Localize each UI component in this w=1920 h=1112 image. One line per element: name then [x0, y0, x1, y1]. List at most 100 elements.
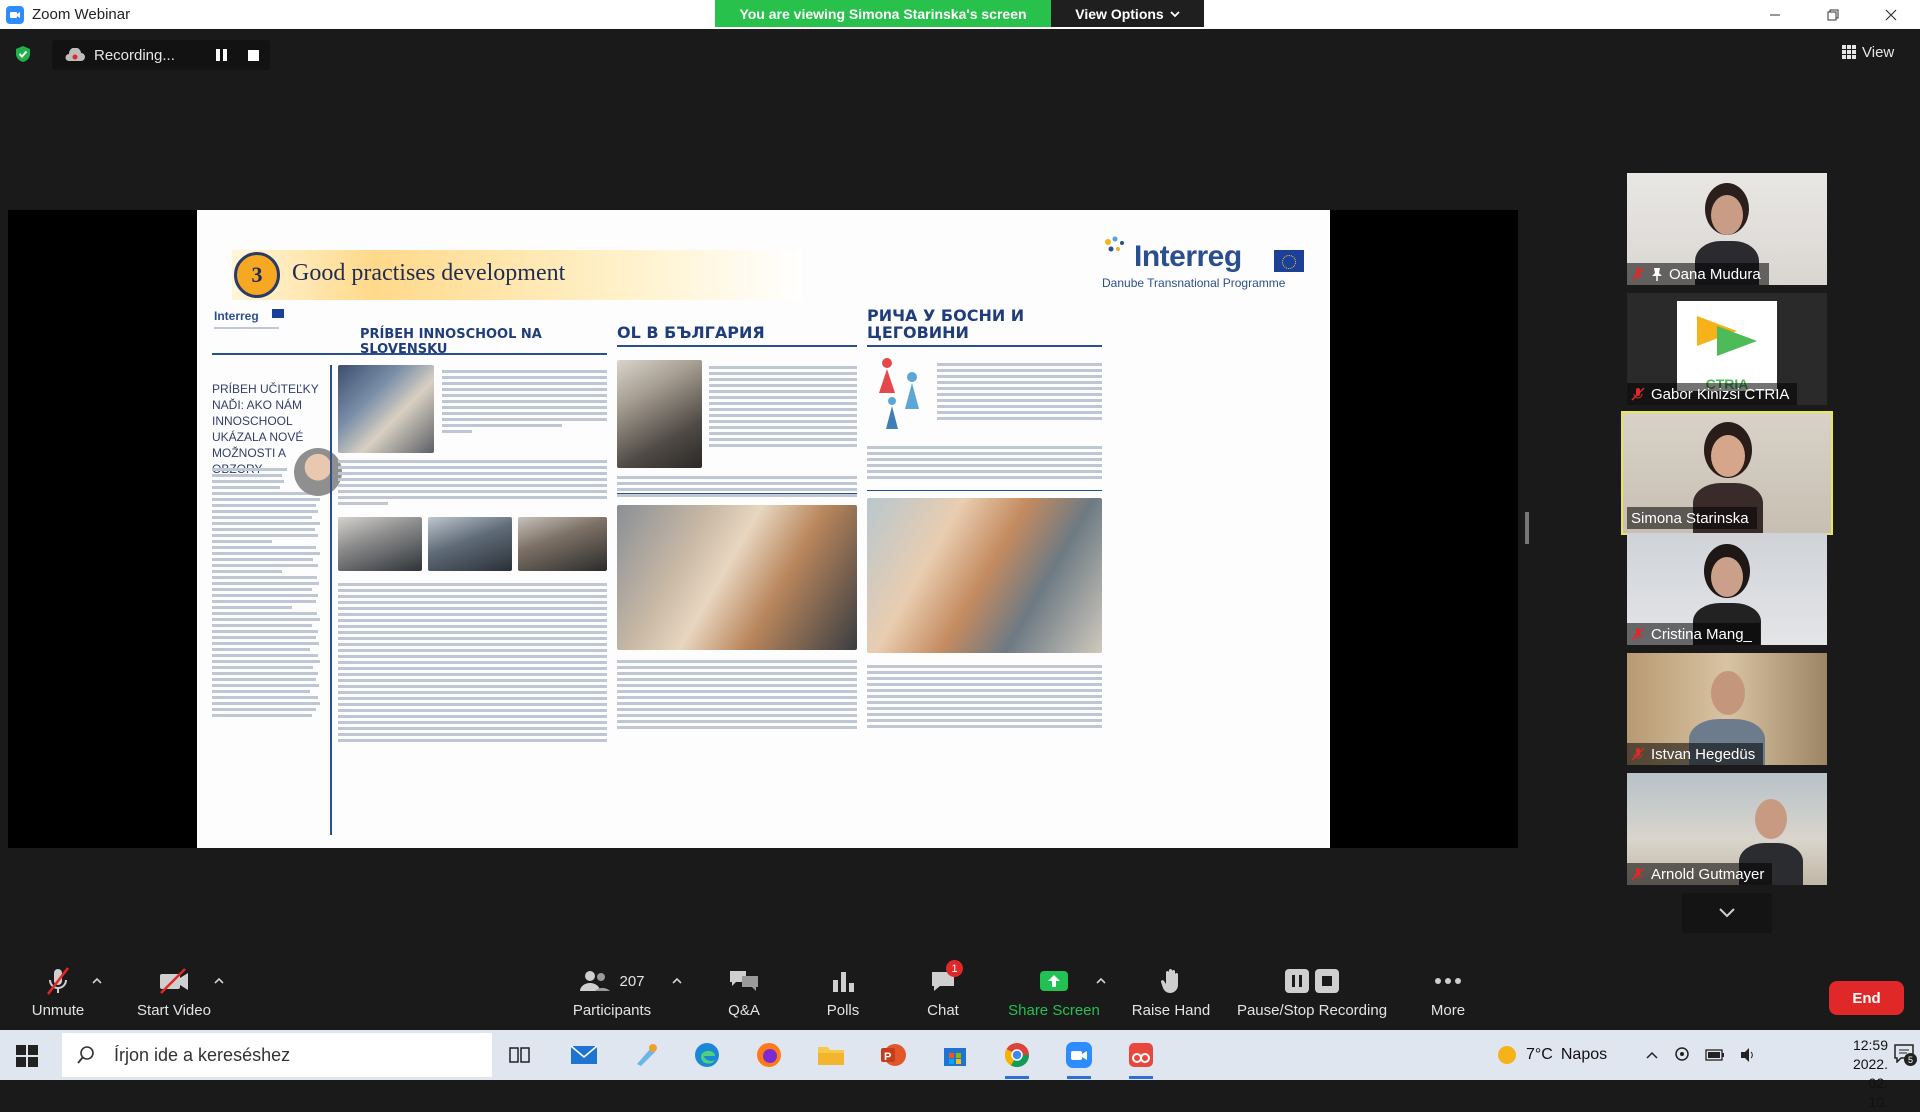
webcam-icon[interactable] [1673, 1046, 1691, 1064]
paint-app-icon[interactable] [630, 1039, 662, 1071]
powerpoint-app-icon[interactable]: P [877, 1039, 909, 1071]
unmute-button[interactable]: Unmute [25, 964, 91, 1019]
view-options-button[interactable]: View Options [1051, 0, 1204, 27]
chrome-browser-icon[interactable] [1001, 1039, 1033, 1079]
participant-name-bar: Gabor Kinizsi CTRIA [1627, 383, 1798, 405]
file-explorer-icon[interactable] [815, 1039, 847, 1071]
document-column-slovakia: Interreg PRÍBEH INNOSCHOOL NA SLOVENSKU … [212, 305, 607, 845]
polls-button[interactable]: Polls [822, 964, 864, 1019]
firefox-browser-icon[interactable] [753, 1039, 785, 1071]
windows-start-icon[interactable] [16, 1045, 38, 1067]
minimize-button[interactable] [1746, 0, 1804, 29]
body-text [617, 473, 857, 500]
heading-rule [212, 353, 607, 355]
stop-icon [1315, 969, 1339, 993]
body-text-2 [338, 580, 607, 745]
unmute-options-caret-icon[interactable] [91, 976, 103, 986]
view-options-label: View Options [1075, 5, 1164, 22]
raise-hand-icon [1160, 968, 1178, 993]
students-computers-photo [617, 505, 857, 650]
classroom-photo [338, 365, 434, 453]
section-title: Good practises development [292, 260, 566, 286]
stop-recording-button[interactable] [248, 50, 259, 61]
mic-muted-icon [1631, 387, 1645, 401]
body-text [867, 443, 1102, 482]
weather-widget[interactable]: 7°C Napos [1496, 1030, 1607, 1080]
chevron-down-icon [1719, 908, 1735, 918]
more-button[interactable]: More [1426, 964, 1470, 1019]
students-laptop-photo [867, 498, 1102, 653]
taskbar-clock[interactable]: 12:59 2022. 02. 10. [1853, 1036, 1888, 1112]
mail-app-icon[interactable] [568, 1039, 600, 1071]
body-text-2 [867, 662, 1102, 731]
edge-browser-icon[interactable] [691, 1039, 723, 1071]
snipping-tool-icon[interactable] [1125, 1039, 1157, 1079]
participant-name-bar: Oana Mudura [1627, 263, 1769, 285]
interreg-subtitle: Danube Transnational Programme [1102, 276, 1286, 290]
restore-button[interactable] [1804, 0, 1862, 29]
participant-name-bar: Istvan Hegedüs [1627, 743, 1764, 765]
share-options-caret-icon[interactable] [1095, 976, 1107, 986]
pause-recording-button[interactable] [216, 49, 228, 61]
video-person-head [1711, 671, 1745, 715]
column-heading: РИЧА У БОСНИ И ЦЕГОВИНИ [867, 306, 1025, 342]
class-photo-1 [338, 517, 422, 571]
view-layout-button[interactable]: View [1842, 40, 1894, 64]
body-text [338, 457, 607, 508]
video-person-head [1711, 195, 1743, 235]
participant-tile[interactable]: CTRIA Gabor Kinizsi CTRIA [1627, 293, 1827, 405]
svg-text:P: P [884, 1051, 891, 1063]
microphone-muted-icon [47, 967, 69, 995]
window-controls [1746, 0, 1920, 29]
store-app-icon[interactable] [939, 1039, 971, 1071]
clock-date: 2022. 02. 10. [1852, 1056, 1888, 1110]
screen-share-banner: You are viewing Simona Starinska's scree… [715, 0, 1204, 27]
share-screen-button[interactable]: Share Screen [1008, 964, 1100, 1019]
start-video-button[interactable]: Start Video [132, 964, 216, 1019]
participant-tile[interactable]: Cristina Mang_ [1627, 533, 1827, 645]
heading-rule [867, 345, 1102, 347]
notification-center-button[interactable]: 5 [1893, 1043, 1917, 1067]
minimize-icon [1770, 14, 1780, 15]
qa-button[interactable]: Q&A [722, 964, 766, 1019]
panel-resize-handle[interactable] [1525, 512, 1529, 544]
participant-tile[interactable]: Arnold Gutmayer [1627, 773, 1827, 885]
task-view-icon[interactable] [504, 1039, 536, 1071]
ctria-logo-icon [1697, 316, 1757, 356]
participant-name-bar: Simona Starinska [1627, 507, 1757, 529]
zoom-app-taskbar-icon[interactable] [1063, 1039, 1095, 1079]
class-photo-2 [428, 517, 512, 571]
raise-hand-button[interactable]: Raise Hand [1131, 964, 1211, 1019]
mic-muted-icon [1631, 747, 1645, 761]
participants-options-caret-icon[interactable] [671, 976, 683, 986]
participant-tile-active-speaker[interactable]: Simona Starinska [1621, 411, 1833, 535]
chat-button[interactable]: 1 Chat [923, 960, 963, 1019]
gallery-scroll-down-button[interactable] [1682, 893, 1772, 933]
participants-button[interactable]: 207 Participants [570, 964, 654, 1019]
end-webinar-button[interactable]: End [1829, 981, 1904, 1015]
class-photo-3 [518, 517, 607, 571]
document-column-bosnia: РИЧА У БОСНИ И ЦЕГОВИНИ [867, 305, 1102, 845]
participant-tile[interactable]: Istvan Hegedüs [1627, 653, 1827, 765]
pause-stop-recording-button[interactable]: Pause/Stop Recording [1236, 964, 1388, 1019]
participant-tile[interactable]: Oana Mudura [1627, 173, 1827, 285]
column-divider [330, 365, 332, 835]
weather-condition: Napos [1560, 1046, 1608, 1063]
chevron-up-icon[interactable] [1645, 1050, 1659, 1060]
interreg-small-logo: Interreg [214, 307, 284, 335]
notification-count: 5 [1904, 1053, 1917, 1066]
share-screen-icon [1040, 971, 1068, 991]
document-column-bulgaria: OL В БЪЛГАРИЯ [617, 305, 857, 845]
taskbar-search-input[interactable]: Írjon ide a kereséshez [62, 1033, 492, 1077]
sidebar-body-text [212, 465, 322, 720]
volume-icon[interactable] [1739, 1047, 1757, 1063]
recording-label: Recording... [94, 46, 175, 64]
video-options-caret-icon[interactable] [213, 976, 225, 986]
participant-name-bar: Cristina Mang_ [1627, 623, 1760, 645]
battery-icon[interactable] [1705, 1049, 1725, 1061]
security-shield-icon[interactable] [14, 45, 32, 63]
video-person-head [1711, 435, 1745, 477]
polls-icon [833, 972, 854, 992]
close-button[interactable] [1862, 0, 1920, 29]
ctria-logo: CTRIA [1677, 301, 1777, 392]
